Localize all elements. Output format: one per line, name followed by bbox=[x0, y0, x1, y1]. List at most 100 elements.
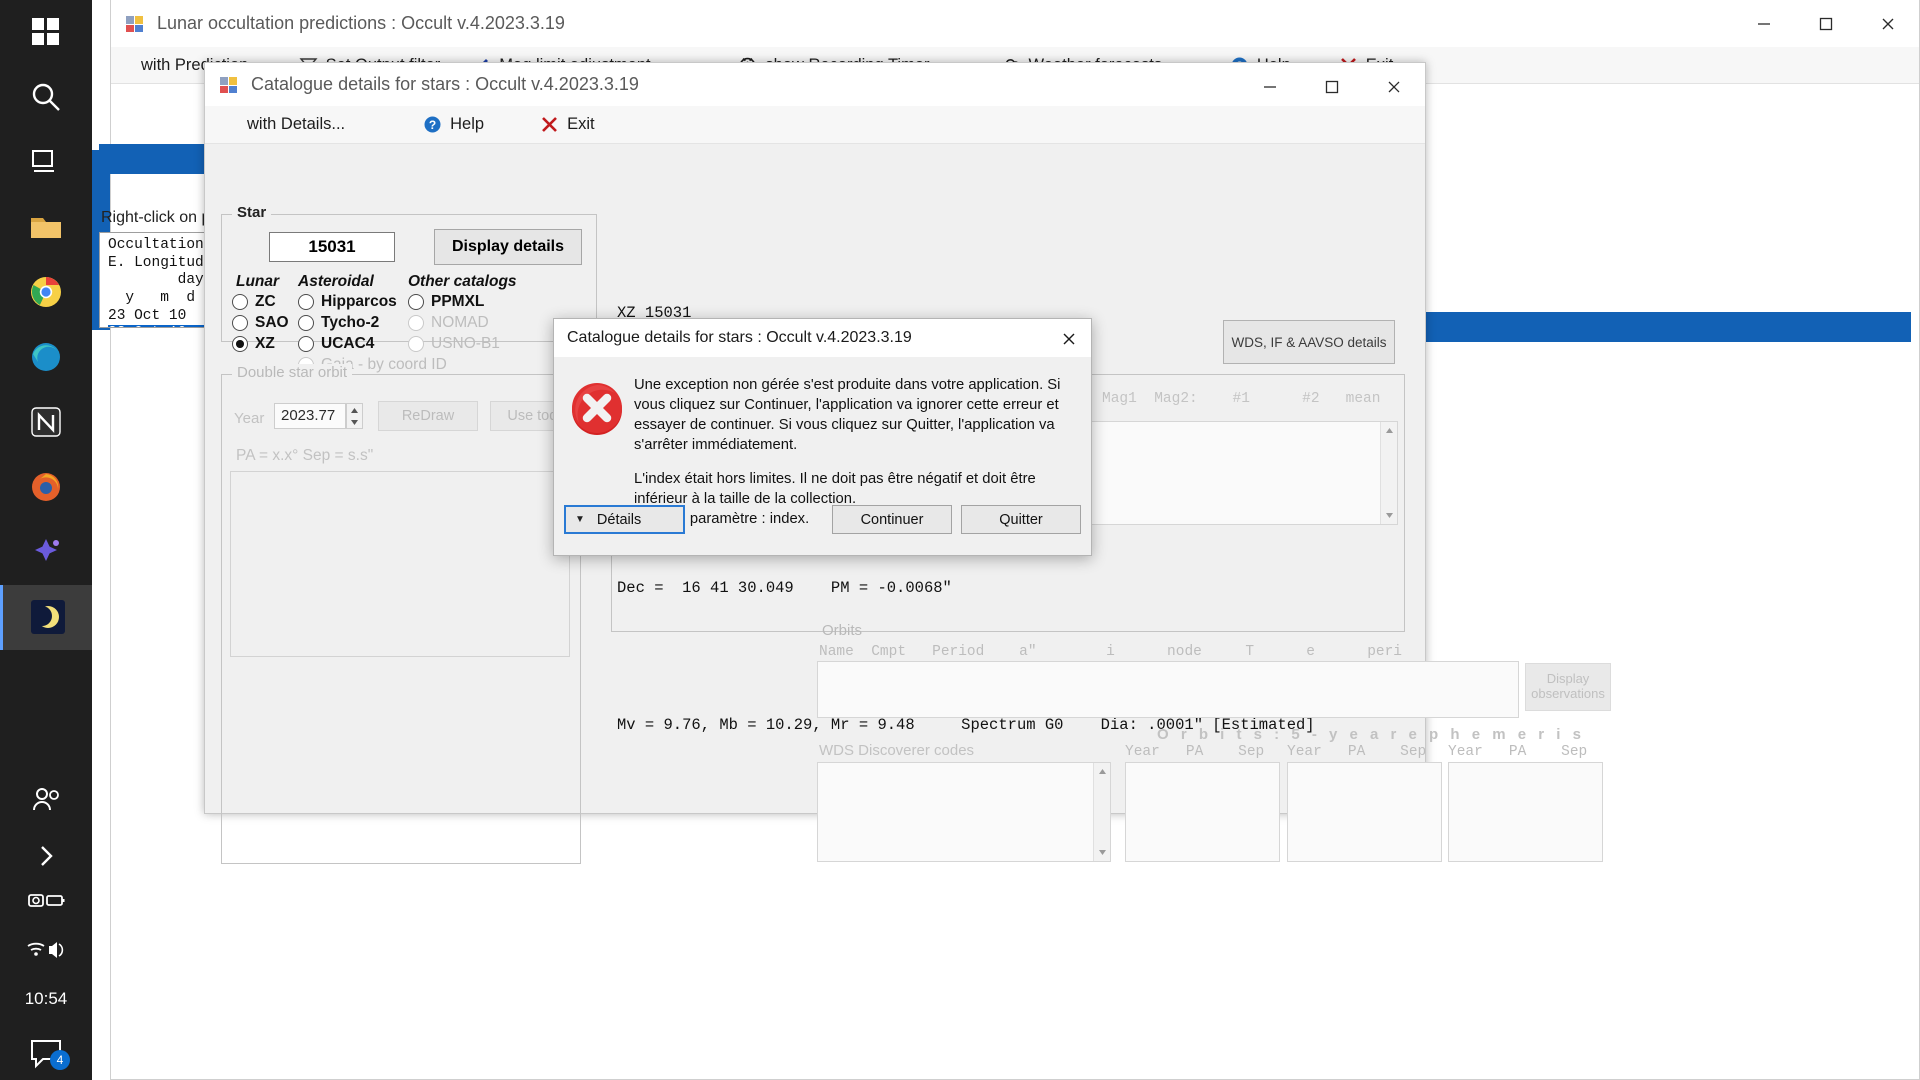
year-input[interactable]: 2023.77 bbox=[274, 403, 346, 429]
maximize-icon bbox=[1324, 79, 1340, 95]
child-window-controls bbox=[1239, 63, 1425, 110]
wds-discoverer-label: WDS Discoverer codes bbox=[819, 742, 974, 759]
chrome-button[interactable] bbox=[0, 260, 92, 325]
child-menu-exit[interactable]: Exit bbox=[524, 106, 611, 143]
child-menu-help[interactable]: ? Help bbox=[407, 106, 500, 143]
radio-option-nomad: NOMAD bbox=[408, 314, 489, 332]
error-x-icon bbox=[569, 382, 625, 438]
star-id-input[interactable]: 15031 bbox=[269, 232, 395, 262]
show-hidden-icons-button[interactable] bbox=[0, 833, 92, 880]
windows-taskbar: 10:54 4 bbox=[0, 0, 92, 1080]
chrome-icon bbox=[26, 272, 66, 312]
occult-app-button[interactable] bbox=[0, 585, 92, 650]
column-header-asteroidal: Asteroidal bbox=[298, 273, 374, 291]
close-icon bbox=[1061, 331, 1077, 347]
redraw-button: ReDraw bbox=[378, 401, 478, 431]
spinner-up-icon[interactable] bbox=[347, 404, 362, 416]
radio-indicator bbox=[232, 315, 248, 331]
parent-blue-bar-right bbox=[1399, 312, 1911, 342]
display-details-button[interactable]: Display details bbox=[434, 229, 582, 265]
error-dialog-title-bar[interactable]: Catalogue details for stars : Occult v.4… bbox=[554, 319, 1091, 358]
quit-button[interactable]: Quitter bbox=[961, 505, 1081, 534]
child-minimize-button[interactable] bbox=[1239, 63, 1301, 110]
child-menu-bar: with Details... ? Help Exit bbox=[205, 106, 1425, 144]
double-star-orbit-legend: Double star orbit bbox=[232, 364, 352, 381]
ephemeris-box-1[interactable] bbox=[1125, 762, 1280, 862]
child-close-button[interactable] bbox=[1363, 63, 1425, 110]
parent-window-title: Lunar occultation predictions : Occult v… bbox=[157, 13, 565, 34]
people-button[interactable] bbox=[0, 768, 92, 833]
radio-option-ucac4[interactable]: UCAC4 bbox=[298, 335, 374, 353]
task-view-button[interactable] bbox=[0, 130, 92, 195]
minimize-icon bbox=[1756, 16, 1772, 32]
parent-window-controls bbox=[1733, 0, 1919, 47]
file-explorer-icon bbox=[26, 207, 66, 247]
radio-option-tycho2[interactable]: Tycho-2 bbox=[298, 314, 379, 332]
taskbar-clock[interactable]: 10:54 bbox=[0, 973, 92, 1024]
radio-option-sao[interactable]: SAO bbox=[232, 314, 289, 332]
notification-count-badge: 4 bbox=[50, 1050, 70, 1070]
firefox-button[interactable] bbox=[0, 455, 92, 520]
variable-star-list-scrollbar[interactable] bbox=[1380, 422, 1397, 524]
radio-option-ppmxl[interactable]: PPMXL bbox=[408, 293, 484, 311]
copilot-button[interactable] bbox=[0, 520, 92, 585]
exit-icon bbox=[540, 115, 559, 134]
chevron-right-icon bbox=[26, 836, 66, 876]
network-volume-tray[interactable] bbox=[0, 927, 92, 974]
child-title-bar[interactable]: Catalogue details for stars : Occult v.4… bbox=[205, 63, 1425, 106]
people-icon bbox=[26, 780, 66, 820]
radio-indicator bbox=[408, 294, 424, 310]
notifications-button[interactable]: 4 bbox=[0, 1024, 92, 1080]
orbits-list[interactable] bbox=[817, 661, 1519, 718]
details-button[interactable]: ▼ Détails bbox=[564, 505, 685, 534]
scroll-up-icon[interactable] bbox=[1094, 763, 1110, 780]
year-spinner[interactable] bbox=[346, 403, 363, 429]
display-observations-button: Display observations bbox=[1525, 663, 1611, 711]
radio-indicator-disabled bbox=[408, 336, 424, 352]
wds-list-scrollbar[interactable] bbox=[1093, 763, 1110, 861]
radio-label-ppmxl: PPMXL bbox=[431, 293, 484, 311]
continue-button[interactable]: Continuer bbox=[832, 505, 952, 534]
star-group-legend: Star bbox=[232, 204, 271, 221]
scroll-up-icon[interactable] bbox=[1381, 422, 1397, 439]
details-button-label: Détails bbox=[597, 512, 641, 528]
nvidia-app-button[interactable] bbox=[0, 390, 92, 455]
child-maximize-button[interactable] bbox=[1301, 63, 1363, 110]
orbits-column-headers: Name Cmpt Period a" i node T e peri bbox=[819, 644, 1402, 660]
radio-option-xz[interactable]: XZ bbox=[232, 335, 275, 353]
chevron-down-icon: ▼ bbox=[575, 514, 585, 525]
camera-battery-tray[interactable] bbox=[0, 880, 92, 927]
radio-option-zc[interactable]: ZC bbox=[232, 293, 276, 311]
ephemeris-headers-1: Year PA Sep bbox=[1125, 744, 1264, 760]
error-dialog-close-button[interactable] bbox=[1046, 319, 1091, 358]
close-icon bbox=[1880, 16, 1896, 32]
double-star-orbit-group: Double star orbit Year 2023.77 ReDraw Us… bbox=[221, 374, 581, 864]
edge-icon bbox=[26, 337, 66, 377]
unhandled-exception-dialog: Catalogue details for stars : Occult v.4… bbox=[553, 318, 1092, 556]
error-dialog-content: Une exception non gérée s'est produite d… bbox=[554, 358, 1091, 499]
file-explorer-button[interactable] bbox=[0, 195, 92, 260]
minimize-icon bbox=[1262, 79, 1278, 95]
error-paragraph-1: Une exception non gérée s'est produite d… bbox=[634, 376, 1079, 456]
child-menu-with-details[interactable]: with Details... bbox=[231, 106, 361, 143]
minimize-button[interactable] bbox=[1733, 0, 1795, 47]
ephemeris-headers-2: Year PA Sep bbox=[1287, 744, 1426, 760]
scroll-down-icon[interactable] bbox=[1381, 507, 1397, 524]
ephemeris-box-3[interactable] bbox=[1448, 762, 1603, 862]
radio-label-xz: XZ bbox=[255, 335, 275, 353]
radio-option-hipparcos[interactable]: Hipparcos bbox=[298, 293, 397, 311]
close-button[interactable] bbox=[1857, 0, 1919, 47]
radio-label-zc: ZC bbox=[255, 293, 276, 311]
start-button[interactable] bbox=[0, 0, 92, 65]
child-window-title: Catalogue details for stars : Occult v.4… bbox=[251, 74, 639, 95]
ephemeris-box-2[interactable] bbox=[1287, 762, 1442, 862]
edge-button[interactable] bbox=[0, 325, 92, 390]
taskbar-search-button[interactable] bbox=[0, 65, 92, 130]
maximize-button[interactable] bbox=[1795, 0, 1857, 47]
parent-title-bar[interactable]: Lunar occultation predictions : Occult v… bbox=[111, 0, 1919, 47]
wds-discoverer-codes-list[interactable] bbox=[817, 762, 1111, 862]
radio-indicator bbox=[232, 294, 248, 310]
scroll-down-icon[interactable] bbox=[1094, 844, 1110, 861]
spinner-down-icon[interactable] bbox=[347, 416, 362, 428]
variable-star-column-headers: Mag1 Mag2: #1 #2 mean bbox=[1102, 391, 1380, 407]
